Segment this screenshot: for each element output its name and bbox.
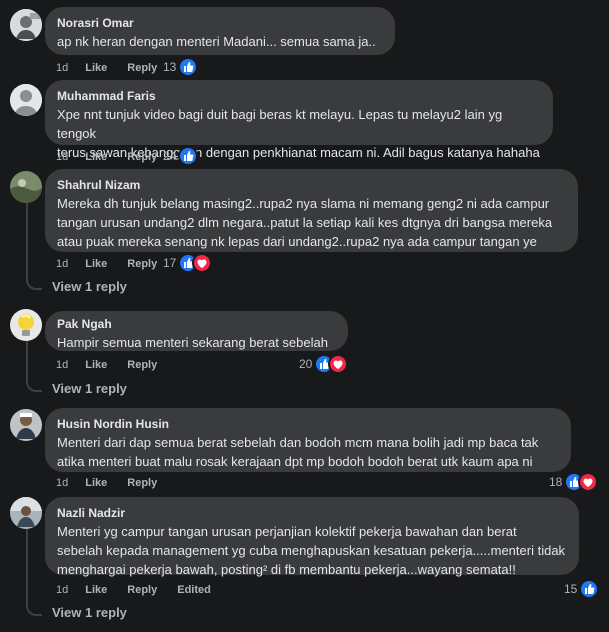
avatar[interactable] [10,309,42,341]
comment-bubble: Nazli Nadzir Menteri yg campur tangan ur… [45,497,579,577]
comment-author[interactable]: Husin Nordin Husin [57,416,559,432]
comment-actions: 1d Like Reply [56,61,177,75]
comment-author[interactable]: Muhammad Faris [57,88,541,104]
comment-author[interactable]: Pak Ngah [57,316,336,332]
comment-text: Menteri yg campur tangan urusan perjanji… [57,524,566,577]
reply-button[interactable]: Reply [127,151,157,163]
comment-age[interactable]: 1d [56,584,68,596]
avatar[interactable] [10,171,42,203]
avatar[interactable] [10,409,42,441]
reply-button[interactable]: Reply [127,62,157,74]
thread-line [26,526,28,606]
like-reaction-icon [178,146,199,166]
comment-text: Hampir semua menteri sekarang berat sebe… [57,335,328,350]
love-reaction-icon [328,354,349,374]
like-button[interactable]: Like [85,477,107,489]
comment-text: ap nk heran dengan menteri Madani... sem… [57,34,376,49]
like-button[interactable]: Like [85,258,107,270]
comment-age[interactable]: 1d [56,477,68,489]
thread-line [26,336,28,381]
like-reaction-icon [178,57,199,77]
comment-bubble: Norasri Omar ap nk heran dengan menteri … [45,7,395,55]
comment-actions: 1d Like Reply [56,257,177,271]
reaction-summary[interactable]: 15 [564,579,600,599]
reply-connector [26,378,42,392]
comment-age[interactable]: 1d [56,258,68,270]
comment-actions: 1d Like Reply [56,358,177,372]
comment-age[interactable]: 1d [56,359,68,371]
comment-text: Mereka dh tunjuk belang masing2..rupa2 n… [57,196,553,249]
reaction-summary[interactable]: 24 [163,146,199,166]
reply-button[interactable]: Reply [127,477,157,489]
reaction-count: 17 [163,256,177,270]
like-button[interactable]: Like [85,584,107,596]
reaction-count: 13 [163,60,177,74]
avatar[interactable] [10,497,42,529]
view-replies-link[interactable]: View 1 reply [52,381,127,396]
comment-bubble: Shahrul Nizam Mereka dh tunjuk belang ma… [45,169,578,252]
comment-bubble: Muhammad Faris Xpe nnt tunjuk video bagi… [45,80,553,160]
reply-connector [26,602,42,616]
like-button[interactable]: Like [85,62,107,74]
comment-author[interactable]: Nazli Nadzir [57,505,567,521]
comment-author[interactable]: Norasri Omar [57,15,383,31]
love-reaction-icon [578,472,599,492]
comment-age[interactable]: 1d [56,62,68,74]
reaction-summary[interactable]: 13 [163,57,199,77]
view-replies-link[interactable]: View 1 reply [52,605,127,620]
comment-age[interactable]: 1d [56,151,68,163]
comment-bubble: Pak Ngah Hampir semua menteri sekarang b… [45,311,348,351]
comment-text: Menteri dari dap semua berat sebelah dan… [57,435,539,469]
reaction-count: 15 [564,582,578,596]
love-reaction-icon [192,253,213,273]
reply-button[interactable]: Reply [127,359,157,371]
reaction-summary[interactable]: 18 [549,472,599,492]
avatar[interactable] [10,9,42,41]
reaction-count: 24 [163,149,177,163]
avatar[interactable] [10,84,42,116]
like-reaction-icon [579,579,600,599]
reply-connector [26,276,42,290]
comment-actions: 1d Like Reply [56,150,177,164]
reply-button[interactable]: Reply [127,258,157,270]
reaction-count: 18 [549,475,563,489]
comment-bubble: Husin Nordin Husin Menteri dari dap semu… [45,408,571,472]
comment-actions: 1d Like Reply [56,476,177,490]
reaction-summary[interactable]: 17 [163,253,213,273]
comment-author[interactable]: Shahrul Nizam [57,177,566,193]
thread-line [26,200,28,280]
edited-label[interactable]: Edited [177,584,211,596]
reaction-summary[interactable]: 20 [299,354,349,374]
view-replies-link[interactable]: View 1 reply [52,279,127,294]
like-button[interactable]: Like [85,359,107,371]
reply-button[interactable]: Reply [127,584,157,596]
like-button[interactable]: Like [85,151,107,163]
reaction-count: 20 [299,357,313,371]
comment-actions: 1d Like Reply Edited [56,583,228,597]
